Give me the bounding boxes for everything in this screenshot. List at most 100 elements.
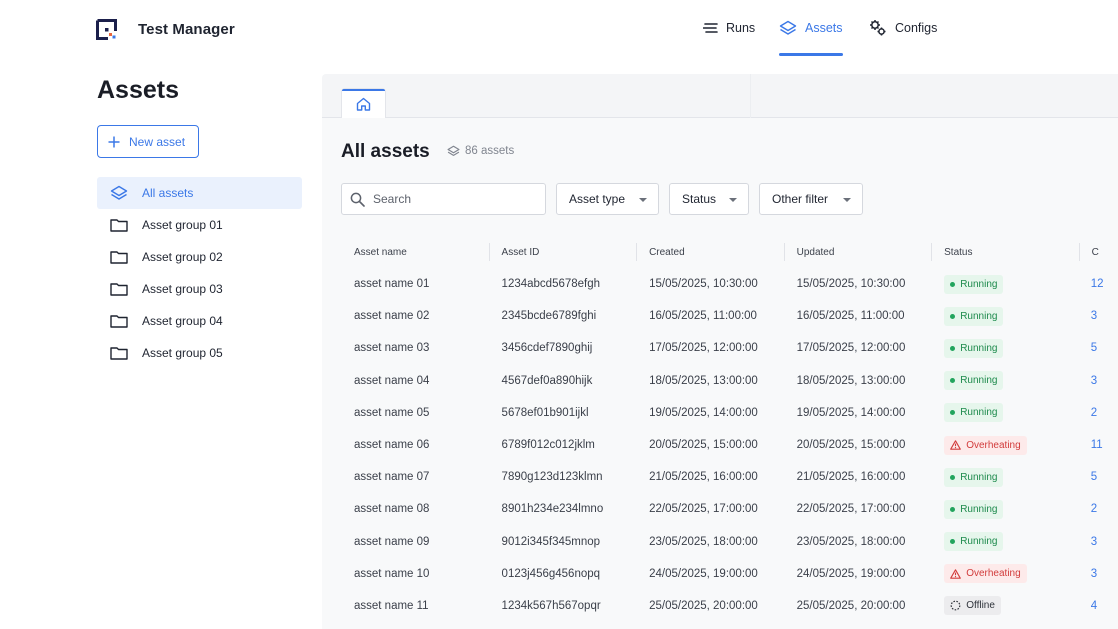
cell-asset-name: asset name 03 — [354, 342, 430, 355]
status-dot-icon — [950, 410, 956, 416]
table-row[interactable]: asset name 04 4567def0a890hijk 18/05/2025,… — [341, 365, 1118, 397]
table-row[interactable]: asset name 03 3456cdef7890ghij 17/05/2025,… — [341, 332, 1118, 364]
cell-asset-name: asset name 04 — [354, 374, 430, 387]
cell-asset-name: asset name 09 — [354, 535, 430, 548]
gears-icon — [870, 20, 886, 36]
asset-count: 86 assets — [447, 145, 514, 157]
nav-configs[interactable]: Configs — [869, 0, 937, 56]
main-area: All assets 86 assets Asset type Status O… — [322, 118, 1118, 629]
cell-created: 19/05/2025, 14:00:00 — [649, 406, 758, 419]
cell-updated: 15/05/2025, 10:30:00 — [796, 278, 906, 291]
cell-extra[interactable]: 5 — [1079, 342, 1118, 354]
status-badge: Overheating — [944, 564, 1027, 584]
cell-status: Running — [931, 403, 1079, 423]
cell-asset-id: 9012i345f345mnop — [501, 535, 601, 548]
status-badge: Running — [944, 532, 1004, 552]
cell-extra[interactable]: 2 — [1079, 407, 1118, 419]
cell-asset-name: asset name 05 — [354, 406, 430, 419]
cell-updated: 19/05/2025, 14:00:00 — [796, 406, 906, 419]
status-label: Running — [960, 342, 998, 354]
tab-strip — [322, 74, 1118, 119]
status-label: Running — [960, 536, 998, 548]
cell-created: 17/05/2025, 12:00:00 — [649, 342, 758, 355]
cell-updated: 23/05/2025, 18:00:00 — [796, 535, 906, 548]
asset-type-filter[interactable]: Asset type — [556, 183, 659, 215]
cell-updated: 21/05/2025, 16:00:00 — [796, 471, 906, 484]
table-row[interactable]: asset name 02 2345bcde6789fghi 16/05/2025,… — [341, 300, 1118, 332]
sidebar-item-asset-group-05[interactable]: Asset group 05 — [97, 337, 302, 369]
search-input[interactable] — [373, 192, 533, 206]
cell-asset-name: asset name 02 — [354, 310, 430, 323]
sidebar-item-all-assets[interactable]: All assets — [97, 177, 302, 209]
status-label: Running — [960, 310, 998, 322]
chevron-down-icon — [639, 198, 647, 202]
cell-updated: 16/05/2025, 11:00:00 — [796, 310, 905, 323]
layers-icon — [779, 20, 797, 35]
table-row[interactable]: asset name 123456w789t789012306/06/2025,… — [341, 622, 1118, 629]
cell-extra[interactable]: 3 — [1079, 568, 1118, 580]
cell-extra[interactable]: 3 — [1079, 310, 1118, 322]
cell-asset-id: 5678ef01b901ijkl — [501, 406, 589, 419]
sidebar-item-asset-group-04[interactable]: Asset group 04 — [97, 305, 302, 337]
sidebar-item-label: Asset group 04 — [142, 314, 223, 328]
sidebar-item-asset-group-01[interactable]: Asset group 01 — [97, 209, 302, 241]
search-box[interactable] — [341, 183, 546, 215]
table-row[interactable]: asset name 11 1234k567h567opqr 25/05/2025,… — [341, 590, 1118, 622]
cell-extra[interactable]: 11 — [1079, 439, 1118, 451]
nav-runs[interactable]: Runs — [703, 0, 755, 56]
asset-count-label: 86 assets — [465, 145, 515, 157]
column-header-created[interactable]: Created — [636, 236, 784, 268]
tab-home[interactable] — [341, 88, 386, 119]
search-icon — [350, 192, 365, 207]
status-badge: Running — [944, 338, 1004, 358]
cell-extra[interactable]: 5 — [1079, 471, 1118, 483]
cell-status: Running — [931, 499, 1079, 519]
cell-extra[interactable]: 12 — [1079, 278, 1118, 290]
cell-status: Overheating — [931, 435, 1079, 455]
cell-updated: 18/05/2025, 13:00:00 — [796, 374, 906, 387]
cell-created: 21/05/2025, 16:00:00 — [649, 471, 758, 484]
nav-assets[interactable]: Assets — [779, 0, 843, 56]
folder-icon — [110, 219, 128, 232]
column-header-status[interactable]: Status — [931, 236, 1079, 268]
cell-extra[interactable]: 2 — [1079, 503, 1118, 515]
table-header: Asset name Asset ID Created Updated Stat… — [341, 236, 1118, 268]
cell-created: 15/05/2025, 10:30:00 — [649, 278, 758, 291]
table-row[interactable]: asset name 09 9012i345f345mnop 23/05/2025,… — [341, 526, 1118, 558]
column-header-updated[interactable]: Updated — [783, 236, 932, 268]
cell-extra[interactable]: 3 — [1079, 536, 1118, 548]
cell-asset-id: 4567def0a890hijk — [501, 374, 593, 387]
app-title: Test Manager — [138, 21, 235, 38]
table-row[interactable]: asset name 05 5678ef01b901ijkl 19/05/2025,… — [341, 397, 1118, 429]
table-row[interactable]: asset name 07 7890g123d123klmn 21/05/2025,… — [341, 461, 1118, 493]
column-header-extra[interactable]: C — [1078, 236, 1118, 268]
cell-asset-id: 3456cdef7890ghij — [501, 342, 593, 355]
column-header-asset-name[interactable]: Asset name — [341, 236, 489, 268]
table-row[interactable]: asset name 10 0123j456g456nopq 24/05/2025,… — [341, 558, 1118, 590]
cell-asset-name: asset name 06 — [354, 439, 430, 452]
status-dot-icon — [950, 506, 956, 512]
status-filter-label: Status — [682, 192, 717, 206]
status-label: Overheating — [966, 568, 1021, 580]
other-filter[interactable]: Other filter — [759, 183, 863, 215]
table-row[interactable]: asset name 06 6789f012c012jklm 20/05/2025,… — [341, 429, 1118, 461]
cell-created: 20/05/2025, 15:00:00 — [649, 439, 758, 452]
status-badge: Overheating — [944, 435, 1027, 455]
cell-asset-name: asset name 07 — [354, 471, 430, 484]
status-filter[interactable]: Status — [669, 183, 749, 215]
warning-triangle-icon — [950, 569, 962, 579]
cell-extra[interactable]: 4 — [1079, 600, 1118, 612]
sidebar-item-asset-group-03[interactable]: Asset group 03 — [97, 273, 302, 305]
status-label: Offline — [966, 600, 995, 612]
table-row[interactable]: asset name 08 8901h234e234lmno 22/05/2025,… — [341, 493, 1118, 525]
new-asset-button[interactable]: New asset — [97, 125, 199, 158]
folder-icon — [110, 283, 128, 296]
cell-created: 16/05/2025, 11:00:00 — [649, 310, 757, 323]
cell-extra[interactable]: 3 — [1079, 375, 1118, 387]
status-dot-icon — [950, 281, 956, 287]
column-header-asset-id[interactable]: Asset ID — [488, 236, 637, 268]
cell-asset-name: asset name 01 — [354, 278, 430, 291]
new-asset-label: New asset — [129, 134, 186, 149]
sidebar-item-asset-group-02[interactable]: Asset group 02 — [97, 241, 302, 273]
table-row[interactable]: asset name 01 1234abcd5678efgh 15/05/2025,… — [341, 268, 1118, 300]
